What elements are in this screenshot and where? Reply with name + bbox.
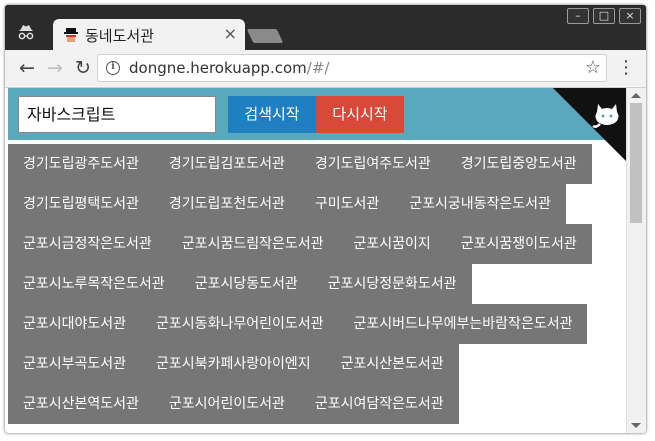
reload-button[interactable]: ↻ bbox=[71, 56, 95, 80]
favicon-icon bbox=[63, 27, 79, 43]
library-list: 경기도립광주도서관 경기도립김포도서관 경기도립여주도서관 경기도립중앙도서관 경기도립… bbox=[8, 144, 626, 424]
library-row-wrap: 군포시산본역도서관 군포시어린이도서관 군포시여담작은도서관 bbox=[8, 384, 626, 424]
library-item[interactable]: 군포시대야도서관 bbox=[8, 304, 141, 344]
bookmark-star-icon[interactable]: ☆ bbox=[585, 57, 601, 78]
library-item[interactable]: 경기도립여주도서관 bbox=[300, 144, 446, 184]
address-bar[interactable]: i dongne.herokuapp.com/#/ ☆ bbox=[97, 54, 607, 82]
url-path: /#/ bbox=[306, 59, 330, 77]
back-button[interactable]: ← bbox=[15, 56, 39, 80]
library-row-wrap: 경기도립광주도서관 경기도립김포도서관 경기도립여주도서관 경기도립중앙도서관 bbox=[8, 144, 626, 184]
library-row: 군포시대야도서관 군포시동화나무어린이도서관 군포시버드나무에부는바람작은도서관 bbox=[8, 304, 588, 344]
vertical-scrollbar[interactable] bbox=[626, 88, 646, 433]
library-item[interactable]: 군포시꿈쟁이도서관 bbox=[446, 224, 592, 264]
library-item[interactable]: 경기도립광주도서관 bbox=[8, 144, 154, 184]
library-item[interactable]: 군포시당정문화도서관 bbox=[313, 264, 472, 304]
library-row-wrap: 군포시부곡도서관 군포시북카페사랑아이엔지 군포시산본도서관 bbox=[8, 344, 626, 384]
library-row: 군포시금정작은도서관 군포시꿈드림작은도서관 군포시꿈이지 군포시꿈쟁이도서관 bbox=[8, 224, 592, 264]
new-tab-button[interactable] bbox=[246, 29, 284, 43]
library-item[interactable]: 군포시당동도서관 bbox=[180, 264, 313, 304]
library-row-wrap: 군포시노루목작은도서관 군포시당동도서관 군포시당정문화도서관 bbox=[8, 264, 626, 304]
url-text[interactable]: dongne.herokuapp.com/#/ bbox=[129, 59, 329, 77]
github-octocat-icon[interactable] bbox=[590, 98, 624, 132]
library-item[interactable]: 군포시산본도서관 bbox=[326, 344, 459, 384]
search-input[interactable]: 자바스크립트 bbox=[18, 96, 216, 133]
maximize-button[interactable]: □ bbox=[593, 8, 615, 24]
page-viewport: 자바스크립트 검색시작 다시시작 경기도립광주도서관 경기도립김포도서관 경기도립여… bbox=[5, 88, 646, 433]
library-row-wrap: 군포시대야도서관 군포시동화나무어린이도서관 군포시버드나무에부는바람작은도서관 bbox=[8, 304, 626, 344]
library-item[interactable]: 군포시동화나무어린이도서관 bbox=[141, 304, 338, 344]
library-item[interactable]: 군포시금정작은도서관 bbox=[8, 224, 167, 264]
library-row-wrap: 군포시금정작은도서관 군포시꿈드림작은도서관 군포시꿈이지 군포시꿈쟁이도서관 bbox=[8, 224, 626, 264]
close-window-button[interactable]: × bbox=[619, 8, 641, 24]
info-icon[interactable]: i bbox=[106, 61, 120, 75]
library-item[interactable]: 경기도립중앙도서관 bbox=[446, 144, 592, 184]
library-item[interactable]: 구미도서관 bbox=[300, 184, 394, 224]
scroll-down-arrow-icon[interactable] bbox=[631, 423, 641, 428]
page-content: 자바스크립트 검색시작 다시시작 경기도립광주도서관 경기도립김포도서관 경기도립여… bbox=[8, 88, 626, 433]
library-row: 경기도립평택도서관 경기도립포천도서관 구미도서관 군포시궁내동작은도서관 bbox=[8, 184, 566, 224]
library-item[interactable]: 경기도립포천도서관 bbox=[154, 184, 300, 224]
library-row: 군포시부곡도서관 군포시북카페사랑아이엔지 군포시산본도서관 bbox=[8, 344, 459, 384]
library-item[interactable]: 군포시부곡도서관 bbox=[8, 344, 141, 384]
library-item[interactable]: 경기도립김포도서관 bbox=[154, 144, 300, 184]
tab-close-icon[interactable]: × bbox=[224, 24, 237, 43]
browser-window: 동네도서관 × – □ × ← → ↻ i dongne.herokuapp.c… bbox=[5, 5, 646, 433]
library-item[interactable]: 군포시버드나무에부는바람작은도서관 bbox=[339, 304, 588, 344]
library-row-wrap: 경기도립평택도서관 경기도립포천도서관 구미도서관 군포시궁내동작은도서관 bbox=[8, 184, 626, 224]
search-header: 자바스크립트 검색시작 다시시작 bbox=[8, 88, 626, 168]
browser-tab[interactable]: 동네도서관 × bbox=[53, 19, 245, 50]
library-item[interactable]: 경기도립평택도서관 bbox=[8, 184, 154, 224]
library-row: 경기도립광주도서관 경기도립김포도서관 경기도립여주도서관 경기도립중앙도서관 bbox=[8, 144, 592, 184]
library-item[interactable]: 군포시산본역도서관 bbox=[8, 384, 154, 424]
library-row: 군포시산본역도서관 군포시어린이도서관 군포시여담작은도서관 bbox=[8, 384, 459, 424]
tab-title: 동네도서관 bbox=[85, 27, 155, 45]
reset-button[interactable]: 다시시작 bbox=[316, 96, 404, 133]
incognito-icon bbox=[17, 23, 35, 41]
url-host: dongne.herokuapp.com bbox=[129, 59, 307, 77]
library-item[interactable]: 군포시북카페사랑아이엔지 bbox=[141, 344, 326, 384]
scrollbar-thumb[interactable] bbox=[630, 103, 642, 223]
search-button[interactable]: 검색시작 bbox=[228, 96, 316, 133]
browser-menu-icon[interactable]: ⋮ bbox=[617, 56, 635, 80]
library-item[interactable]: 군포시꿈드림작은도서관 bbox=[167, 224, 339, 264]
scroll-up-arrow-icon[interactable] bbox=[631, 93, 641, 98]
library-row: 군포시노루목작은도서관 군포시당동도서관 군포시당정문화도서관 bbox=[8, 264, 472, 304]
library-item[interactable]: 군포시노루목작은도서관 bbox=[8, 264, 180, 304]
library-item[interactable]: 군포시여담작은도서관 bbox=[300, 384, 459, 424]
minimize-button[interactable]: – bbox=[567, 8, 589, 24]
title-bar: 동네도서관 × – □ × bbox=[5, 5, 646, 50]
library-item[interactable]: 군포시어린이도서관 bbox=[154, 384, 300, 424]
library-item[interactable]: 군포시꿈이지 bbox=[339, 224, 446, 264]
library-item[interactable]: 군포시궁내동작은도서관 bbox=[394, 184, 566, 224]
browser-toolbar: ← → ↻ i dongne.herokuapp.com/#/ ☆ ⋮ bbox=[5, 50, 646, 88]
forward-button[interactable]: → bbox=[43, 56, 67, 80]
